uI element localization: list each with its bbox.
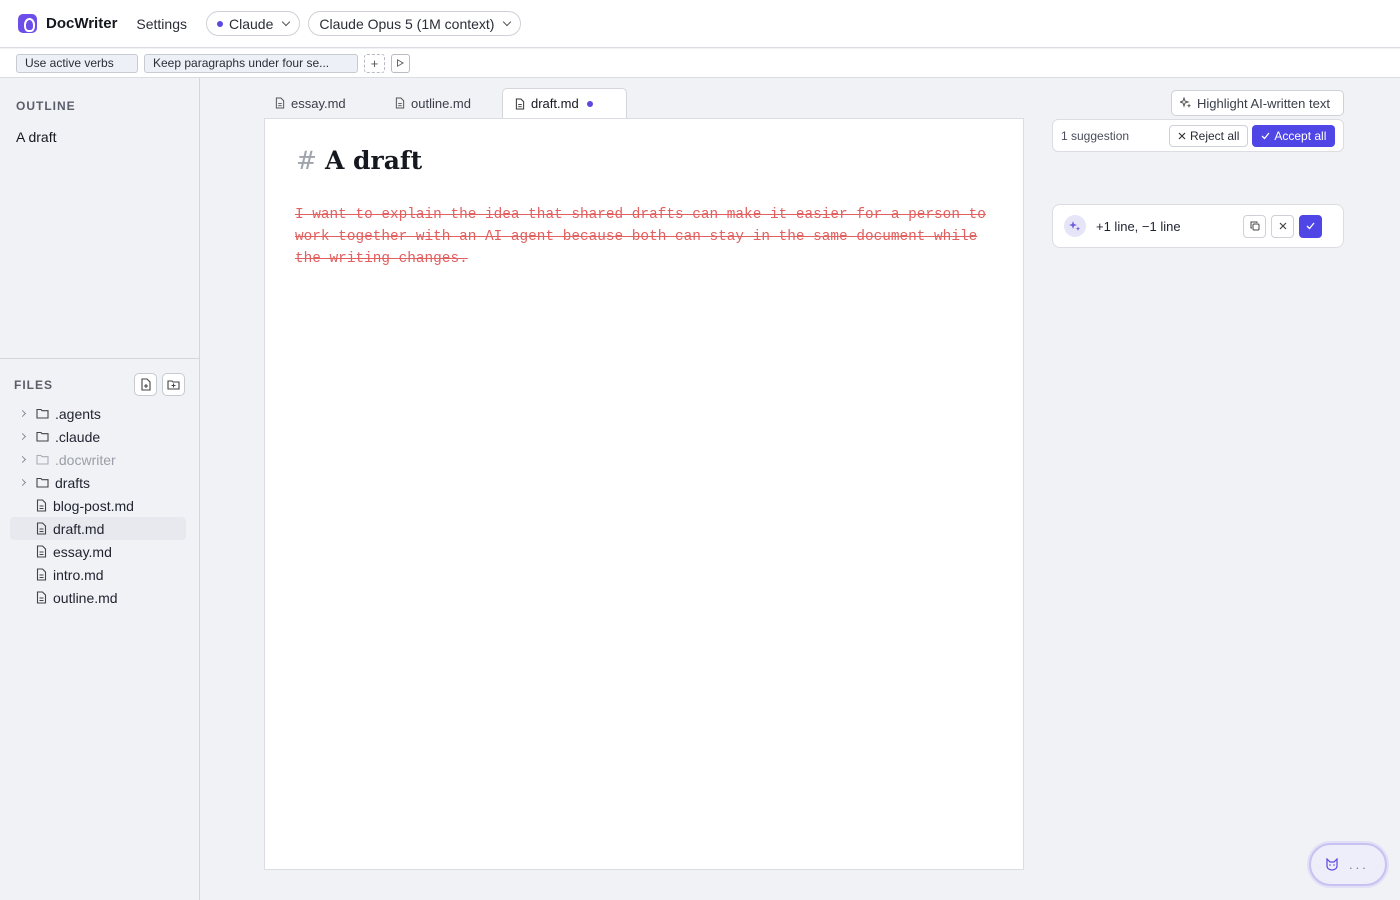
assistant-status: ... bbox=[1349, 857, 1369, 872]
sidebar-divider[interactable] bbox=[0, 358, 200, 359]
run-rules-button[interactable] bbox=[391, 53, 410, 73]
reject-all-label: Reject all bbox=[1190, 128, 1240, 143]
tree-item-label: intro.md bbox=[53, 566, 104, 583]
folder-icon bbox=[36, 408, 49, 419]
file-icon bbox=[395, 97, 405, 109]
copy-icon bbox=[1250, 221, 1259, 231]
file-icon bbox=[36, 499, 47, 512]
highlight-label: Highlight AI-written text bbox=[1197, 95, 1330, 111]
file-row-essay[interactable]: essay.md bbox=[10, 540, 186, 563]
folder-row-claude[interactable]: .claude bbox=[10, 425, 186, 448]
document-heading[interactable]: # A draft bbox=[296, 146, 422, 175]
tree-item-label: draft.md bbox=[53, 520, 105, 537]
chevron-right-icon bbox=[18, 432, 27, 441]
close-icon bbox=[1279, 222, 1286, 230]
check-icon bbox=[1306, 222, 1315, 230]
provider-select[interactable]: Claude bbox=[206, 11, 301, 36]
file-row-blog-post[interactable]: blog-post.md bbox=[10, 494, 186, 517]
heading-marker: # bbox=[296, 146, 317, 175]
folder-row-drafts[interactable]: drafts bbox=[10, 471, 186, 494]
rule-chip[interactable]: Use active verbs bbox=[16, 53, 138, 73]
chevron-right-icon bbox=[18, 478, 27, 487]
tree-item-label: drafts bbox=[55, 474, 91, 491]
tab-draft[interactable]: draft.md bbox=[502, 88, 627, 118]
cat-face-icon bbox=[1326, 858, 1338, 871]
accept-all-button[interactable]: Accept all bbox=[1252, 124, 1336, 147]
highlight-ai-text-button[interactable]: Highlight AI-written text bbox=[1171, 90, 1344, 116]
reject-change-button[interactable] bbox=[1271, 214, 1294, 238]
play-icon bbox=[397, 59, 404, 67]
provider-label: Claude bbox=[229, 15, 274, 32]
new-folder-button[interactable] bbox=[162, 373, 185, 396]
folder-row-agents[interactable]: .agents bbox=[10, 402, 186, 425]
files-heading: FILES bbox=[14, 378, 54, 392]
change-summary: +1 line, −1 line bbox=[1096, 218, 1181, 234]
tree-item-label: .claude bbox=[55, 428, 101, 445]
model-label: Claude Opus 5 (1M context) bbox=[319, 15, 495, 32]
top-bar: DocWriter Settings Claude Claude Opus 5 … bbox=[0, 0, 1400, 48]
chevron-down-icon bbox=[282, 17, 291, 26]
file-icon bbox=[36, 545, 47, 558]
brand[interactable]: DocWriter bbox=[18, 14, 117, 33]
ai-sparkle-icon bbox=[1064, 215, 1086, 237]
outline-item[interactable]: A draft bbox=[16, 129, 56, 145]
file-icon bbox=[36, 522, 47, 535]
document-title: A draft bbox=[324, 146, 423, 175]
settings-link[interactable]: Settings bbox=[136, 16, 187, 32]
tab-label: essay.md bbox=[291, 95, 346, 111]
add-rule-button[interactable]: + bbox=[364, 53, 385, 73]
chevron-right-icon bbox=[18, 455, 27, 464]
close-icon bbox=[1178, 132, 1186, 139]
app-name: DocWriter bbox=[46, 15, 118, 32]
tree-item-label: essay.md bbox=[53, 543, 112, 560]
file-row-draft[interactable]: draft.md bbox=[10, 517, 186, 540]
deleted-paragraph[interactable]: I want to explain the idea that shared d… bbox=[295, 204, 1007, 270]
tree-item-label: .docwriter bbox=[55, 451, 116, 468]
tab-essay[interactable]: essay.md bbox=[265, 88, 383, 118]
reject-all-button[interactable]: Reject all bbox=[1169, 124, 1249, 147]
copy-change-button[interactable] bbox=[1243, 214, 1266, 238]
suggestion-bar: 1 suggestion Reject all Accept all bbox=[1052, 119, 1344, 152]
folder-icon bbox=[36, 477, 49, 488]
file-row-intro[interactable]: intro.md bbox=[10, 563, 186, 586]
file-icon bbox=[36, 568, 47, 581]
accept-change-button[interactable] bbox=[1299, 214, 1322, 238]
file-row-outline[interactable]: outline.md bbox=[10, 586, 186, 609]
file-icon bbox=[515, 98, 525, 109]
editor-tabs: essay.md outline.md draft.md bbox=[265, 88, 627, 118]
rule-chip[interactable]: Keep paragraphs under four se... bbox=[144, 53, 358, 73]
tab-outline[interactable]: outline.md bbox=[383, 88, 502, 118]
rules-bar: Use active verbs Keep paragraphs under f… bbox=[0, 49, 1400, 78]
tree-item-label: .agents bbox=[55, 405, 101, 422]
tab-label: outline.md bbox=[411, 95, 471, 111]
suggestion-count: 1 suggestion bbox=[1061, 128, 1130, 143]
sparkle-icon bbox=[1180, 97, 1192, 108]
tree-item-label: outline.md bbox=[53, 589, 118, 606]
check-icon bbox=[1261, 132, 1270, 139]
docwriter-logo-icon bbox=[18, 14, 37, 33]
file-icon bbox=[36, 591, 47, 604]
sidebar: OUTLINE A draft FILES .agents .claude .d… bbox=[0, 78, 200, 900]
file-icon bbox=[275, 97, 285, 109]
chevron-down-icon bbox=[503, 17, 512, 26]
accept-all-label: Accept all bbox=[1274, 128, 1327, 143]
folder-icon bbox=[36, 431, 49, 442]
new-folder-icon bbox=[167, 380, 180, 390]
chevron-right-icon bbox=[18, 409, 27, 418]
provider-status-dot bbox=[217, 20, 223, 27]
tab-label: draft.md bbox=[531, 96, 579, 111]
assistant-button[interactable]: ... bbox=[1309, 843, 1387, 886]
change-card[interactable]: +1 line, −1 line bbox=[1052, 204, 1344, 248]
unsaved-dot-icon bbox=[586, 100, 593, 107]
outline-heading: OUTLINE bbox=[16, 99, 76, 113]
editor-page[interactable]: # A draft I want to explain the idea that… bbox=[264, 118, 1024, 870]
plus-icon: + bbox=[370, 55, 379, 71]
model-select[interactable]: Claude Opus 5 (1M context) bbox=[308, 11, 522, 36]
tree-item-label: blog-post.md bbox=[53, 497, 134, 514]
file-tree: .agents .claude .docwriter drafts blog-p… bbox=[10, 402, 186, 609]
folder-icon bbox=[36, 454, 49, 465]
new-file-icon bbox=[140, 378, 151, 391]
new-file-button[interactable] bbox=[134, 373, 157, 396]
folder-row-docwriter[interactable]: .docwriter bbox=[10, 448, 186, 471]
